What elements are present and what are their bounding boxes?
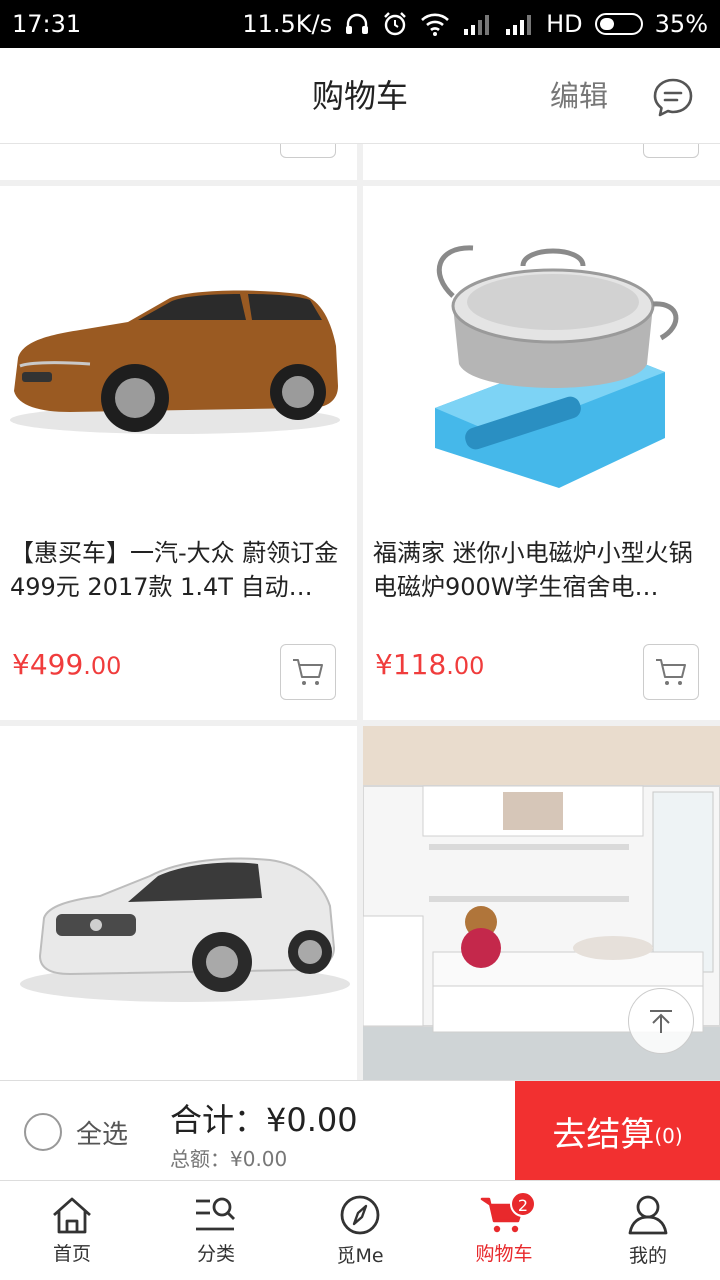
checkout-bar: 全选 合计：¥0.00 总额：¥0.00 去结算 (0) (0, 1080, 720, 1181)
battery-level: 35% (654, 10, 708, 38)
message-button[interactable] (652, 76, 694, 118)
nav-category[interactable]: 分类 (144, 1181, 288, 1280)
cart-icon (656, 659, 686, 685)
nav-label: 首页 (52, 1243, 91, 1265)
user-icon (628, 1195, 668, 1235)
alarm-icon (382, 11, 408, 37)
battery-icon (594, 13, 643, 35)
status-time: 17:31 (12, 10, 82, 38)
nav-label: 购物车 (475, 1243, 533, 1265)
add-to-cart-button[interactable] (643, 144, 699, 158)
select-all-checkbox[interactable] (24, 1113, 62, 1151)
product-price: ¥499.00 (12, 648, 122, 681)
product-card[interactable] (363, 144, 720, 180)
chat-bubble-icon (653, 78, 693, 117)
compass-icon (340, 1195, 380, 1235)
nav-profile[interactable]: 我的 (576, 1181, 720, 1280)
home-icon (53, 1197, 91, 1234)
headphones-icon (344, 12, 370, 36)
select-all-label[interactable]: 全选 (76, 1114, 128, 1151)
network-speed: 11.5K/s (242, 10, 333, 38)
edit-button[interactable]: 编辑 (550, 48, 608, 144)
cart-icon (293, 659, 323, 685)
arrow-up-icon (650, 1010, 672, 1033)
status-bar: 17:31 11.5K/s HD 35% (0, 0, 720, 48)
signal-icon (504, 13, 534, 35)
product-grid[interactable]: 【惠买车】一汽-大众 蔚领订金499元 2017款 1.4T 自动… ¥499.… (0, 144, 720, 1080)
select-all[interactable]: 全选 (24, 1113, 128, 1151)
checkout-button[interactable]: 去结算 (0) (515, 1081, 720, 1181)
product-card[interactable] (0, 144, 357, 180)
wifi-icon (420, 12, 450, 36)
add-to-cart-button[interactable] (643, 644, 699, 700)
back-to-top-button[interactable] (628, 988, 694, 1054)
checkout-count: (0) (654, 1124, 683, 1148)
product-card[interactable]: 【惠买车】一汽-大众 蔚领订金499元 2017款 1.4T 自动… ¥499.… (0, 186, 357, 720)
product-name[interactable]: 福满家 迷你小电磁炉小型火锅电磁炉900W学生宿舍电… (373, 536, 710, 604)
product-image[interactable] (363, 186, 720, 526)
category-search-icon (196, 1197, 235, 1231)
product-card[interactable] (0, 726, 357, 1080)
checkout-button-label: 去结算 (552, 1114, 655, 1155)
add-to-cart-button[interactable] (280, 144, 336, 158)
page-title: 购物车 (311, 77, 408, 115)
product-card[interactable]: 福满家 迷你小电磁炉小型火锅电磁炉900W学生宿舍电… ¥118.00 (363, 186, 720, 720)
cart-badge: 2 (510, 1191, 536, 1217)
product-image[interactable] (0, 186, 357, 526)
nav-discover[interactable]: 觅Me (288, 1181, 432, 1280)
nav-label: 我的 (628, 1245, 667, 1267)
total-amount: 合计：¥0.00 (170, 1101, 358, 1139)
product-image[interactable] (0, 726, 357, 1080)
signal-icon (462, 13, 492, 35)
network-type: HD (546, 10, 583, 38)
header: 购物车 编辑 (0, 48, 720, 144)
nav-home[interactable]: 首页 (0, 1181, 144, 1280)
nav-label: 分类 (196, 1243, 235, 1265)
subtotal-amount: 总额：¥0.00 (170, 1147, 288, 1171)
bottom-nav: 首页 分类 觅Me 2 购物车 我的 (0, 1180, 720, 1280)
nav-label: 觅Me (336, 1245, 384, 1267)
nav-cart[interactable]: 2 购物车 (432, 1181, 576, 1280)
product-name[interactable]: 【惠买车】一汽-大众 蔚领订金499元 2017款 1.4T 自动… (10, 536, 347, 604)
add-to-cart-button[interactable] (280, 644, 336, 700)
product-price: ¥118.00 (375, 648, 485, 681)
